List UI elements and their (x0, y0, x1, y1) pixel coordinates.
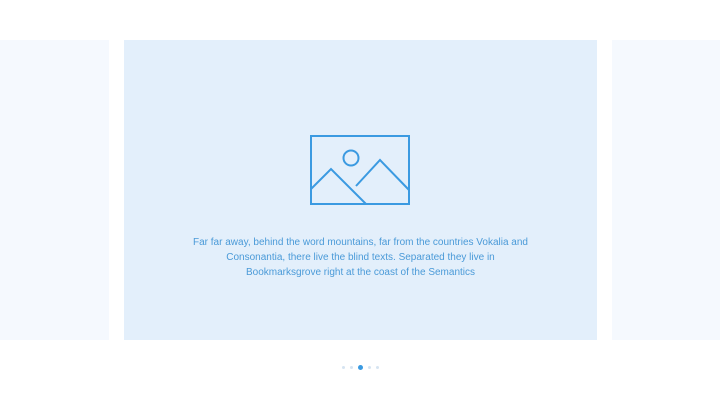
pagination-dot-2[interactable] (349, 365, 353, 369)
carousel-slide-previous[interactable] (0, 40, 109, 340)
pagination-dot-1[interactable] (341, 365, 345, 369)
carousel: Far far away, behind the word mountains,… (0, 0, 720, 400)
carousel-slide-next[interactable] (612, 40, 720, 340)
carousel-slide-active[interactable]: Far far away, behind the word mountains,… (124, 40, 597, 340)
slide-description: Far far away, behind the word mountains,… (193, 237, 528, 278)
image-placeholder-icon (310, 135, 410, 205)
pagination-dot-4[interactable] (367, 365, 371, 369)
carousel-pagination (0, 362, 720, 372)
pagination-dot-3-active[interactable] (357, 364, 363, 370)
pagination-dot-5[interactable] (375, 365, 379, 369)
